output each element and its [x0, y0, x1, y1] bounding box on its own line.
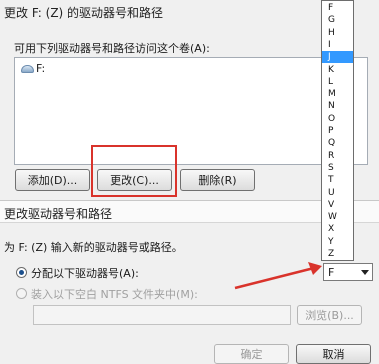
back-dialog-description: 可用下列驱动器号和路径访问这个卷(A):	[14, 42, 210, 55]
drive-letter-option[interactable]: V	[322, 199, 353, 211]
drive-letter-option[interactable]: Y	[322, 236, 353, 248]
drive-letter-option[interactable]: P	[322, 125, 353, 137]
drive-letter-option[interactable]: O	[322, 113, 353, 125]
drive-letter-option[interactable]: U	[322, 187, 353, 199]
dialog-title: 更改驱动器号和路径	[4, 207, 113, 221]
folder-path-input[interactable]	[33, 305, 291, 325]
drive-letter-dropdown-list[interactable]: FGHIJKLMNOPQRSTUVWXYZ	[321, 0, 354, 261]
dialog-description: 为 F: (Z) 输入新的驱动器号或路径。	[4, 241, 183, 254]
drive-letter-option[interactable]: F	[322, 2, 353, 14]
drive-letter-option[interactable]: I	[322, 39, 353, 51]
drive-list-item[interactable]: F:	[21, 62, 45, 75]
ok-button[interactable]: 确定	[214, 344, 289, 364]
chevron-down-icon	[361, 269, 369, 275]
assign-letter-label[interactable]: 分配以下驱动器号(A):	[31, 265, 139, 281]
drive-letter-option[interactable]: G	[322, 14, 353, 26]
mount-folder-radio[interactable]	[16, 288, 27, 299]
drive-letter-option[interactable]: J	[322, 51, 353, 64]
highlight-annotation-box	[91, 145, 177, 197]
arrow-shaft	[234, 266, 315, 290]
drive-letter-option[interactable]: W	[322, 211, 353, 223]
drive-letter-option[interactable]: Q	[322, 137, 353, 149]
drive-icon	[21, 64, 34, 73]
radio-selected-dot	[19, 270, 24, 275]
drive-letter-option[interactable]: T	[322, 174, 353, 186]
drive-letter-option[interactable]: R	[322, 150, 353, 162]
delete-button[interactable]: 删除(R)	[180, 169, 255, 191]
drive-path-list[interactable]: F:	[14, 57, 368, 165]
drive-letter-option[interactable]: X	[322, 223, 353, 235]
drive-letter-option[interactable]: S	[322, 162, 353, 174]
drive-letter-option[interactable]: H	[322, 27, 353, 39]
back-dialog-title: 更改 F: (Z) 的驱动器号和路径	[4, 6, 164, 20]
cancel-button[interactable]: 取消	[296, 344, 371, 364]
drive-letter-option[interactable]: Z	[322, 248, 353, 260]
drive-letter-option[interactable]: K	[322, 64, 353, 76]
drive-entry-label: F:	[36, 62, 46, 75]
drive-letter-option[interactable]: L	[322, 76, 353, 88]
drive-letter-option[interactable]: M	[322, 88, 353, 100]
drive-letter-option[interactable]: N	[322, 100, 353, 112]
assign-letter-radio[interactable]	[16, 267, 27, 278]
drive-letter-select[interactable]: F	[323, 263, 373, 281]
browse-button[interactable]: 浏览(B)...	[297, 305, 362, 325]
mount-folder-label[interactable]: 装入以下空白 NTFS 文件夹中(M):	[31, 286, 198, 302]
add-button[interactable]: 添加(D)...	[15, 169, 90, 191]
red-arrow-annotation	[234, 262, 322, 290]
